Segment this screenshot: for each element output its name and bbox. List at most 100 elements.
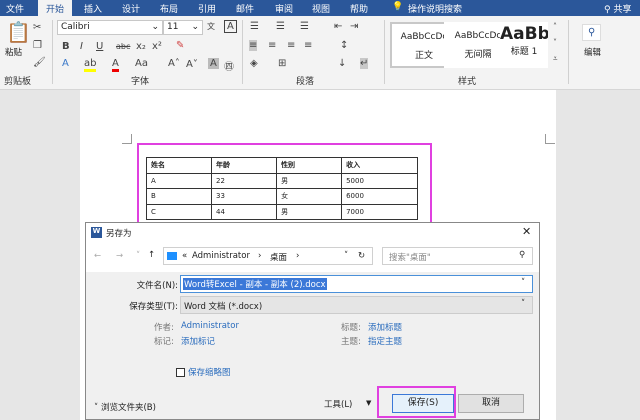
tools-button[interactable]: 工具(L) [324,398,352,410]
justify-icon[interactable]: ≡ [304,40,312,51]
tab-references[interactable]: 引用 [198,2,216,15]
subject-label: 主题: [341,337,361,347]
tab-review[interactable]: 审阅 [275,2,293,15]
nav-bar: ← → ˅ ↑ « Administrator › 桌面 › ˅ ↻ 搜索"桌面… [86,243,539,272]
superscript-icon[interactable]: x² [152,41,162,52]
sort-icon[interactable]: ↓ [338,58,346,69]
chevron-down-icon[interactable]: ˅ [521,278,525,288]
tab-design[interactable]: 设计 [122,2,140,15]
styles-scroll-up-icon[interactable]: ˄ [553,22,557,31]
subscript-icon[interactable]: x₂ [136,41,146,52]
ribbon-tab-bar: 文件 开始 插入 设计 布局 引用 邮件 审阅 视图 帮助 💡 操作说明搜索 ⚲… [0,0,640,16]
share-button[interactable]: ⚲ 共享 [604,2,631,15]
save-as-dialog: W 另存为 ✕ ← → ˅ ↑ « Administrator › 桌面 › ˅… [85,222,540,420]
char-border-icon[interactable]: A [224,20,237,33]
refresh-icon[interactable]: ↻ [358,251,365,261]
tags-label: 标记: [154,337,174,347]
multilevel-list-icon[interactable]: ☰ [300,21,309,32]
thumbnail-checkbox[interactable] [176,368,185,377]
dialog-title: 另存为 [106,229,132,239]
style-heading-1[interactable]: AaBb 标题 1 [500,22,548,68]
bold-icon[interactable]: B [62,41,70,52]
text-effects-icon[interactable]: A [62,58,69,69]
tab-mailings[interactable]: 邮件 [236,2,254,15]
align-right-icon[interactable]: ≡ [287,40,295,51]
numbering-icon[interactable]: ☰ [276,21,285,32]
tags-link[interactable]: 添加标记 [181,335,215,347]
strikethrough-icon[interactable]: abc [116,42,130,51]
highlight-box-table [137,143,432,228]
style-name: 标题 1 [510,47,538,57]
bullets-icon[interactable]: ☰ [250,21,259,32]
tools-dropdown-icon[interactable]: ▼ [366,399,371,407]
borders-icon[interactable]: ⊞ [278,58,286,69]
tab-insert[interactable]: 插入 [84,2,102,15]
align-left-icon[interactable]: ≡ [249,40,258,51]
author-link[interactable]: Administrator [181,321,239,331]
title-link[interactable]: 添加标题 [368,321,402,333]
browse-folders-toggle[interactable]: ˅ 浏览文件夹(B) [94,401,156,413]
file-type-value: Word 文档 (*.docx) [184,302,263,312]
recent-dropdown-icon[interactable]: ˅ [136,251,140,261]
file-type-select[interactable]: Word 文档 (*.docx) ˅ [180,296,533,314]
find-icon[interactable]: ⚲ [582,24,602,41]
desktop-icon [167,252,177,260]
italic-icon[interactable]: I [80,41,83,52]
forward-icon[interactable]: → [116,251,123,261]
path-segment[interactable]: 桌面 [270,251,287,263]
underline-icon[interactable]: U [96,41,103,52]
format-painter-icon[interactable]: 🖌 [33,57,46,68]
highlight-icon[interactable]: ab [84,58,97,72]
title-label: 标题: [341,323,361,333]
copy-icon[interactable]: ❐ [33,40,42,51]
browse-label: 浏览文件夹(B) [100,403,156,413]
styles-scroll-down-icon[interactable]: ˅ [553,38,557,47]
font-color-icon[interactable]: A [112,58,119,72]
group-clipboard: 剪贴板 [4,77,32,87]
filename-value: Word转Excel - 副本 - 副本 (2).docx [183,278,327,290]
close-icon[interactable]: ✕ [522,225,531,238]
address-bar[interactable]: « Administrator › 桌面 › ˅ ↻ [163,247,373,265]
tab-view[interactable]: 视图 [312,2,330,15]
phonetic-guide-icon[interactable]: 文 [207,21,215,32]
tell-me-search[interactable]: 操作说明搜索 [408,2,462,15]
change-case-icon[interactable]: Aa [135,58,148,69]
subject-link[interactable]: 指定主题 [368,335,402,347]
back-icon[interactable]: ← [94,251,101,261]
align-center-icon[interactable]: ≡ [268,40,276,51]
tab-file[interactable]: 文件 [6,2,24,15]
shading-icon[interactable]: ◈ [250,58,258,69]
paste-label[interactable]: 粘贴 [5,46,22,58]
filename-input[interactable]: Word转Excel - 副本 - 副本 (2).docx ˅ [180,275,533,293]
group-styles: 样式 [458,77,477,87]
show-marks-icon[interactable]: ↵ [360,58,369,69]
margin-mark [122,134,132,144]
clear-format-icon[interactable]: ✎ [176,40,184,51]
enclose-char-icon[interactable]: ㊃ [224,58,234,73]
lightbulb-icon: 💡 [392,2,404,12]
tab-layout[interactable]: 布局 [160,2,178,15]
styles-more-icon[interactable]: ⩡ [553,54,558,64]
word-icon: W [91,227,102,238]
path-segment[interactable]: Administrator [192,251,250,261]
font-size-select[interactable]: 11 ⌄ [163,20,203,35]
chevron-down-icon: ˅ [521,299,526,309]
increase-indent-icon[interactable]: ⇥ [350,21,358,32]
decrease-indent-icon[interactable]: ⇤ [334,21,342,32]
char-shading-icon[interactable]: A [208,58,219,69]
address-dropdown-icon[interactable]: ˅ [344,251,348,261]
cut-icon[interactable]: ✂ [33,22,41,33]
editing-button[interactable]: 编辑 [584,46,601,58]
font-name-select[interactable]: Calibri ⌄ [57,20,163,35]
cancel-button[interactable]: 取消 [458,394,524,413]
shrink-font-icon[interactable]: A˅ [186,59,198,70]
thumbnail-label[interactable]: 保存缩略图 [188,366,231,378]
line-spacing-icon[interactable]: ↕ [340,40,348,51]
search-input[interactable]: 搜索"桌面" ⚲ [382,247,533,265]
grow-font-icon[interactable]: A˄ [168,58,180,69]
tab-help[interactable]: 帮助 [350,2,368,15]
font-size-value: 11 [167,22,179,32]
up-icon[interactable]: ↑ [148,250,155,260]
tab-home[interactable]: 开始 [38,0,73,16]
paste-icon[interactable]: 📋 [6,20,31,44]
